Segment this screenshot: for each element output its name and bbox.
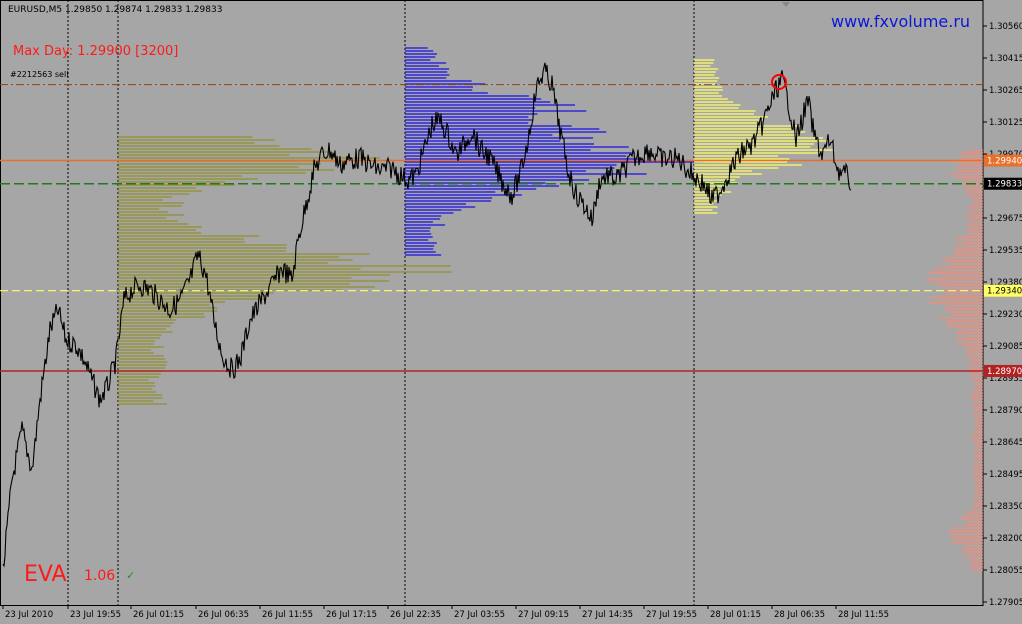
- price-tick-label: 1.30125: [989, 118, 1022, 128]
- order-label: #2212563 sell: [10, 70, 69, 79]
- eva-watermark: EVA: [24, 562, 67, 587]
- price-tick-label: 1.28645: [989, 438, 1022, 448]
- price-tick-label: 1.28200: [989, 534, 1022, 544]
- time-tick-label: 27 Jul 03:55: [454, 610, 505, 620]
- time-tick-label: 28 Jul 06:35: [774, 610, 825, 620]
- price-tick-label: 1.28495: [989, 470, 1022, 480]
- time-tick-label: 26 Jul 22:35: [390, 610, 441, 620]
- plot-border: [0, 0, 984, 606]
- price-tick-label: 1.30560: [989, 22, 1022, 32]
- price-chart[interactable]: 1.305601.304151.302651.301251.299701.298…: [0, 0, 1022, 624]
- time-tick-label: 27 Jul 14:35: [582, 610, 633, 620]
- symbol-info: EURUSD,M5 1.29850 1.29874 1.29833 1.2983…: [8, 5, 223, 15]
- time-tick-label: 28 Jul 11:55: [838, 610, 889, 620]
- price-marker-label: 1.29340: [987, 287, 1022, 297]
- price-tick-label: 1.28055: [989, 566, 1022, 576]
- profile-aggregate: [926, 149, 983, 571]
- time-tick-label: 23 Jul 19:55: [70, 610, 121, 620]
- check-icon: ✓: [126, 569, 136, 582]
- time-tick-label: 28 Jul 01:15: [710, 610, 761, 620]
- profile-27jul: [405, 47, 705, 256]
- price-tick-label: 1.29535: [989, 246, 1022, 256]
- price-tick-label: 1.29085: [989, 342, 1022, 352]
- price-tick-label: 1.29230: [989, 310, 1022, 320]
- time-tick-label: 27 Jul 19:55: [646, 610, 697, 620]
- price-marker-label: 1.28970: [987, 367, 1022, 377]
- time-tick-label: 26 Jul 17:15: [326, 610, 377, 620]
- price-tick-label: 1.29675: [989, 214, 1022, 224]
- price-tick-label: 1.27905: [989, 598, 1022, 608]
- time-tick-label: 26 Jul 06:35: [198, 610, 249, 620]
- time-tick-label: 26 Jul 01:15: [133, 610, 184, 620]
- price-tick-label: 1.28350: [989, 502, 1022, 512]
- time-tick-label: 23 Jul 2010: [5, 610, 53, 620]
- time-tick-label: 26 Jul 11:55: [262, 610, 313, 620]
- price-tick-label: 1.30415: [989, 54, 1022, 64]
- scroll-marker-icon: [782, 2, 790, 7]
- site-url-link[interactable]: www.fxvolume.ru: [831, 12, 970, 31]
- price-tick-label: 1.28790: [989, 406, 1022, 416]
- chart-window[interactable]: 1.305601.304151.302651.301251.299701.298…: [0, 0, 1022, 624]
- price-marker-label: 1.29833: [987, 180, 1022, 190]
- eva-version: 1.06: [84, 568, 116, 584]
- price-marker-label: 1.29940: [987, 157, 1022, 167]
- max-day-label: Max Day: 1.29900 [3200]: [13, 44, 179, 59]
- time-tick-label: 27 Jul 09:15: [518, 610, 569, 620]
- price-tick-label: 1.30265: [989, 86, 1022, 96]
